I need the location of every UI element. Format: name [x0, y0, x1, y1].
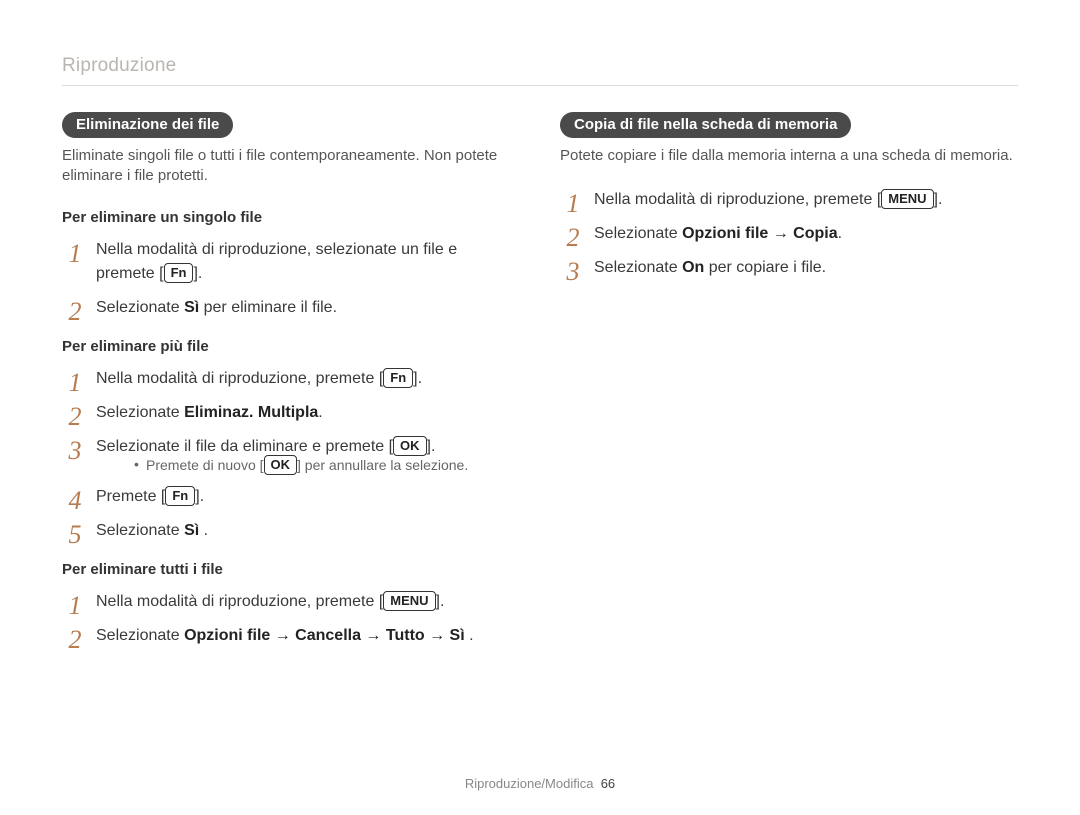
footer-section: Riproduzione/Modifica: [465, 776, 594, 791]
menu-button-icon: MENU: [383, 591, 435, 611]
text: Premete [: [96, 488, 165, 505]
bold-text: Opzioni file → Cancella → Tutto → Sì: [184, 627, 465, 644]
steps-single: Nella modalità di riproduzione, selezion…: [62, 238, 520, 320]
columns: Eliminazione dei file Eliminate singoli …: [62, 112, 1018, 658]
step: Selezionate il file da eliminare e preme…: [62, 435, 520, 476]
subhead-multi: Per eliminare più file: [62, 338, 520, 355]
page: Riproduzione Eliminazione dei file Elimi…: [0, 0, 1080, 815]
text: Selezionate il file da eliminare e preme…: [96, 438, 393, 455]
text: ].: [193, 265, 202, 282]
text: .: [199, 522, 208, 539]
text: Selezionate: [96, 404, 184, 421]
text: Selezionate: [96, 299, 184, 316]
section-pill-delete: Eliminazione dei file: [62, 112, 233, 138]
steps-all: Nella modalità di riproduzione, premete …: [62, 590, 520, 648]
text: Premete di nuovo [: [146, 457, 264, 473]
text: Selezionate: [96, 522, 184, 539]
step: Selezionate Sì per eliminare il file.: [62, 296, 520, 320]
fn-button-icon: Fn: [383, 368, 413, 388]
step: Selezionate On per copiare i file.: [560, 256, 1018, 280]
copy-intro: Potete copiare i file dalla memoria inte…: [560, 146, 1018, 166]
bold-text: Opzioni file → Copia: [682, 225, 838, 242]
step: Selezionate Sì .: [62, 519, 520, 543]
text: Nella modalità di riproduzione, selezion…: [96, 241, 457, 282]
subhead-single: Per eliminare un singolo file: [62, 209, 520, 226]
text: ].: [427, 438, 436, 455]
text: ].: [195, 488, 204, 505]
text: Selezionate: [594, 259, 682, 276]
bold-text: On: [682, 259, 704, 276]
text: .: [318, 404, 322, 421]
section-pill-copy: Copia di file nella scheda di memoria: [560, 112, 851, 138]
text: Nella modalità di riproduzione, premete …: [96, 593, 383, 610]
bold-text: Eliminaz. Multipla: [184, 404, 318, 421]
left-column: Eliminazione dei file Eliminate singoli …: [62, 112, 520, 658]
breadcrumb: Riproduzione: [62, 55, 1018, 77]
text: per eliminare il file.: [199, 299, 337, 316]
ok-button-icon: OK: [264, 455, 298, 475]
step: Nella modalità di riproduzione, premete …: [560, 188, 1018, 212]
step: Selezionate Opzioni file → Cancella → Tu…: [62, 624, 520, 648]
steps-multi: Nella modalità di riproduzione, premete …: [62, 367, 520, 544]
fn-button-icon: Fn: [165, 486, 195, 506]
footer: Riproduzione/Modifica 66: [0, 776, 1080, 791]
step: Nella modalità di riproduzione, premete …: [62, 367, 520, 391]
text: .: [838, 225, 842, 242]
subhead-all: Per eliminare tutti i file: [62, 561, 520, 578]
page-number: 66: [601, 776, 615, 791]
right-column: Copia di file nella scheda di memoria Po…: [560, 112, 1018, 658]
text: Selezionate: [96, 627, 184, 644]
bold-text: Sì: [184, 299, 199, 316]
text: per copiare i file.: [704, 259, 826, 276]
menu-button-icon: MENU: [881, 189, 933, 209]
text: Nella modalità di riproduzione, premete …: [96, 370, 383, 387]
text: Selezionate: [594, 225, 682, 242]
text: ].: [436, 593, 445, 610]
text: ] per annullare la selezione.: [297, 457, 468, 473]
steps-copy: Nella modalità di riproduzione, premete …: [560, 188, 1018, 280]
text: ].: [934, 191, 943, 208]
note: Premete di nuovo [OK] per annullare la s…: [96, 455, 520, 476]
ok-button-icon: OK: [393, 436, 427, 456]
text: .: [465, 627, 474, 644]
header-rule: [62, 85, 1018, 86]
step: Selezionate Eliminaz. Multipla.: [62, 401, 520, 425]
fn-button-icon: Fn: [164, 263, 194, 283]
delete-intro: Eliminate singoli file o tutti i file co…: [62, 146, 520, 187]
bold-text: Sì: [184, 522, 199, 539]
text: Nella modalità di riproduzione, premete …: [594, 191, 881, 208]
step: Selezionate Opzioni file → Copia.: [560, 222, 1018, 246]
text: ].: [413, 370, 422, 387]
step: Nella modalità di riproduzione, premete …: [62, 590, 520, 614]
step: Premete [Fn].: [62, 485, 520, 509]
step: Nella modalità di riproduzione, selezion…: [62, 238, 520, 286]
